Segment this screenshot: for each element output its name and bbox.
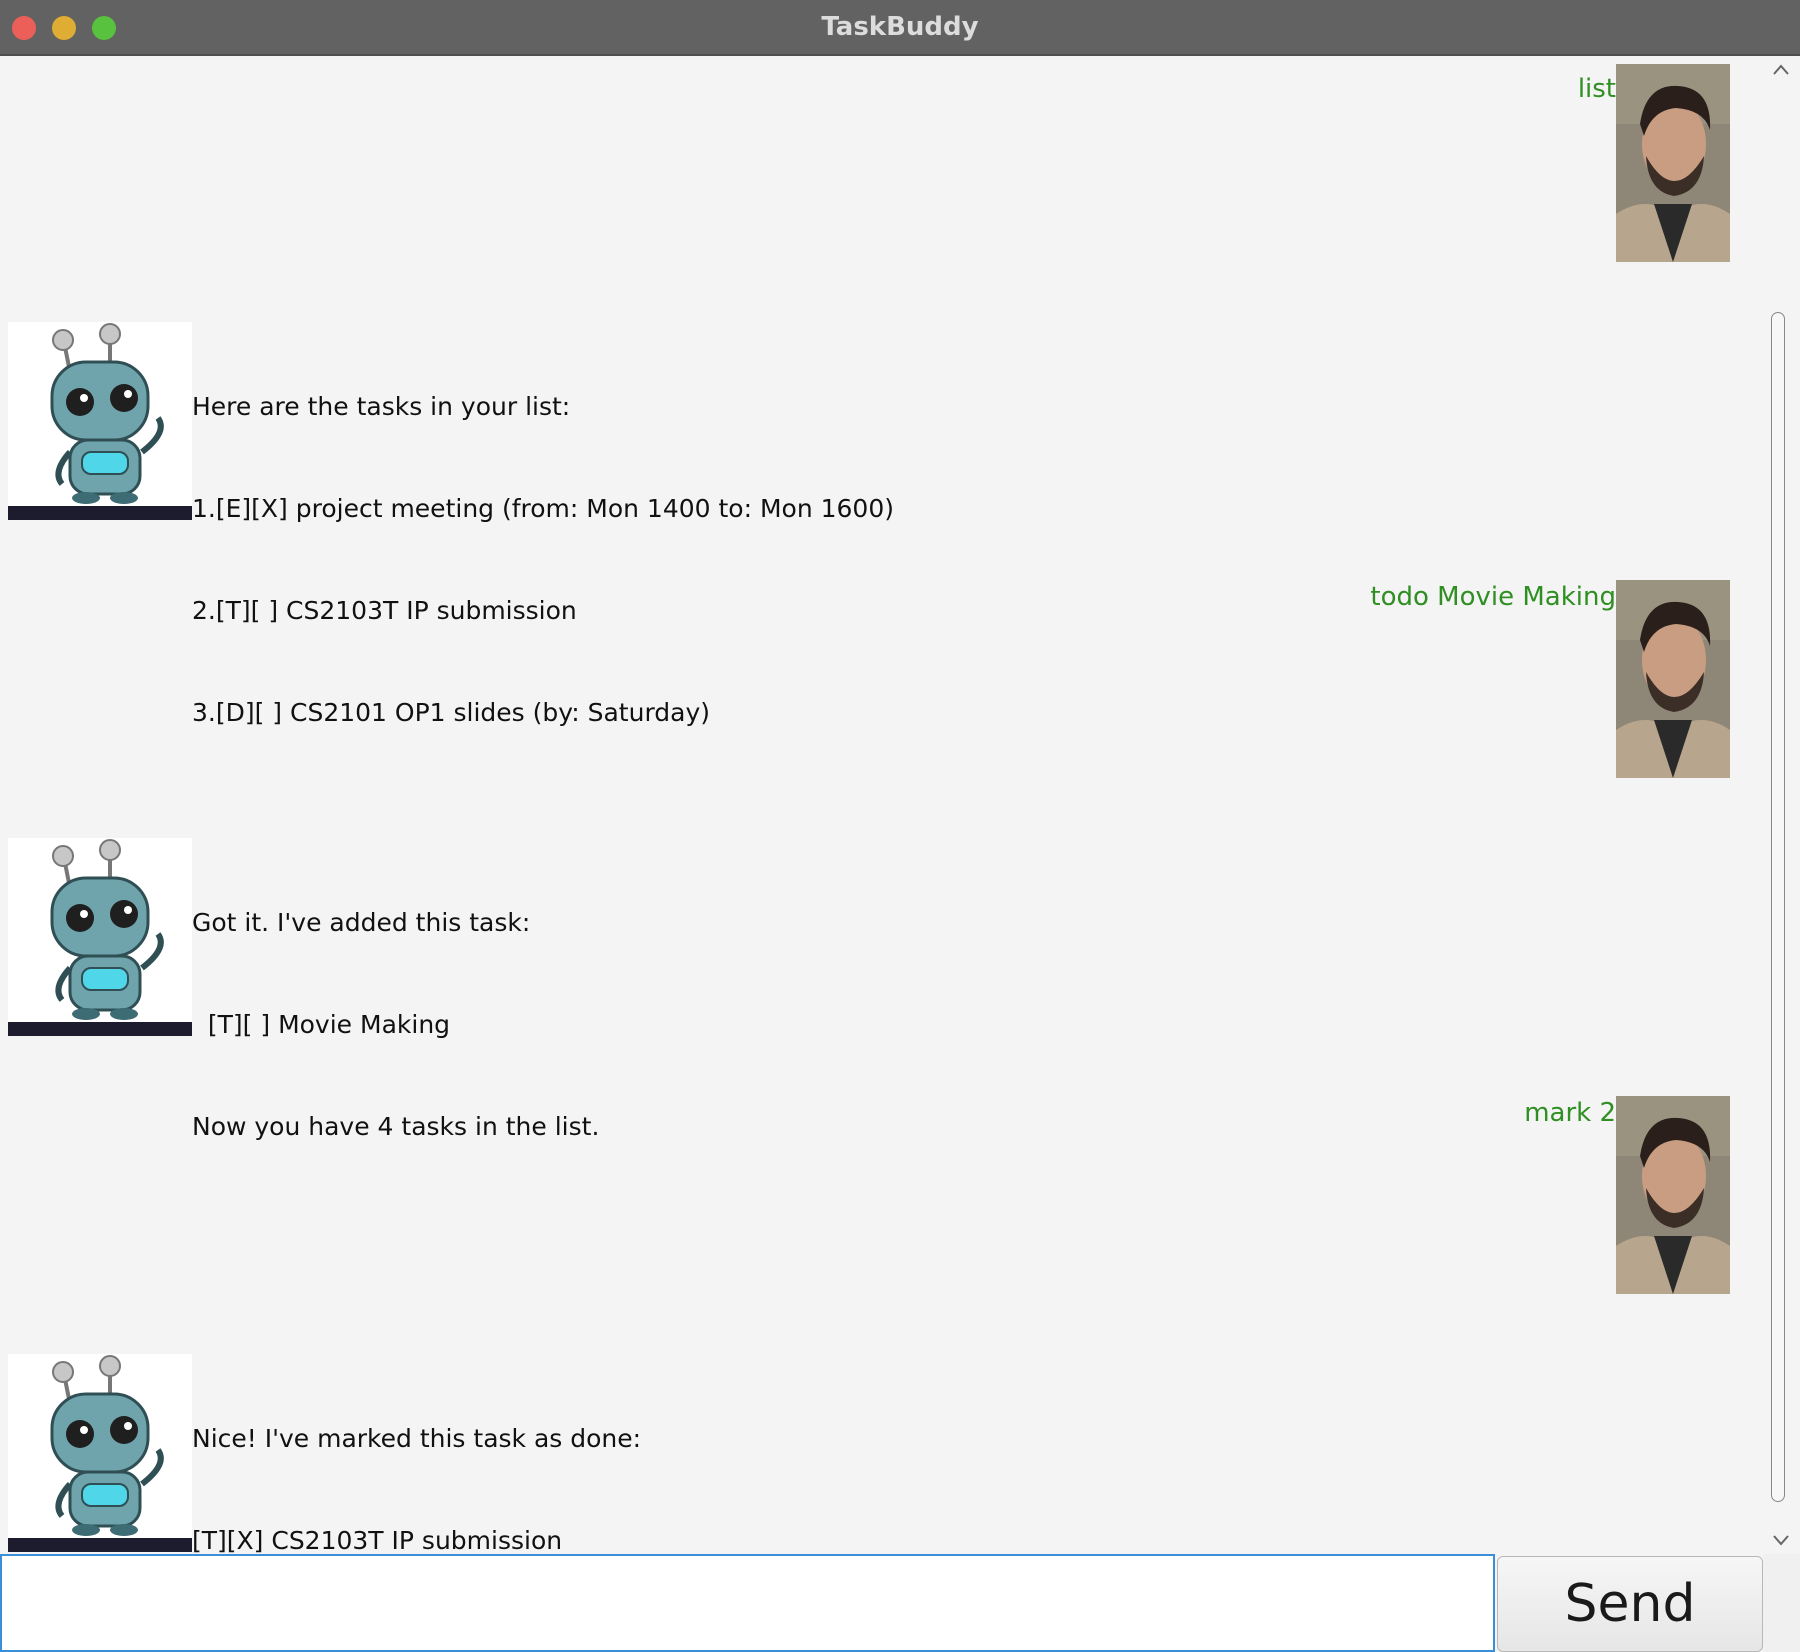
bot-message-text: Nice! I've marked this task as done: [T]… [192,1354,641,1554]
user-input-field[interactable] [0,1554,1495,1652]
user-message-text: todo Movie Making [1370,582,1616,612]
robot-avatar-icon [8,322,192,520]
robot-avatar-icon [8,1354,192,1552]
user-message-text: mark 2 [1524,1098,1616,1128]
scroll-up-arrow-icon[interactable] [1771,60,1791,80]
title-bar: TaskBuddy [0,0,1800,56]
bot-message-line: Got it. I've added this task: [192,908,531,937]
user-dialog: todo Movie Making [0,580,1766,778]
bot-dialog: Got it. I've added this task: [T][ ] Mov… [0,838,1766,1141]
user-avatar-icon [1616,64,1730,262]
send-button[interactable]: Send [1497,1556,1763,1652]
bot-message-line: Here are the tasks in your list: [192,392,571,421]
input-bar-edge [1763,1554,1800,1652]
input-bar: Send [0,1554,1800,1652]
bot-message-line: Nice! I've marked this task as done: [192,1424,642,1453]
bot-message-line: 1.[E][X] project meeting (from: Mon 1400… [192,494,895,523]
user-avatar-icon [1616,580,1730,778]
scrollbar-thumb[interactable] [1771,312,1785,1502]
bot-message-line: [T][X] CS2103T IP submission [192,1526,563,1554]
user-dialog: mark 2 [0,1096,1766,1294]
bot-dialog: Nice! I've marked this task as done: [T]… [0,1354,1766,1554]
bot-message-line: [T][ ] Movie Making [192,1010,451,1039]
user-message-text: list [1577,74,1616,104]
window-title: TaskBuddy [821,12,979,42]
dialog-container: list Here are the tasks in your list: 1.… [0,56,1800,1554]
bot-dialog: Here are the tasks in your list: 1.[E][X… [0,322,1766,727]
robot-avatar-icon [8,838,192,1036]
user-dialog: list [0,64,1766,262]
scroll-down-arrow-icon[interactable] [1771,1530,1791,1550]
user-avatar-icon [1616,1096,1730,1294]
